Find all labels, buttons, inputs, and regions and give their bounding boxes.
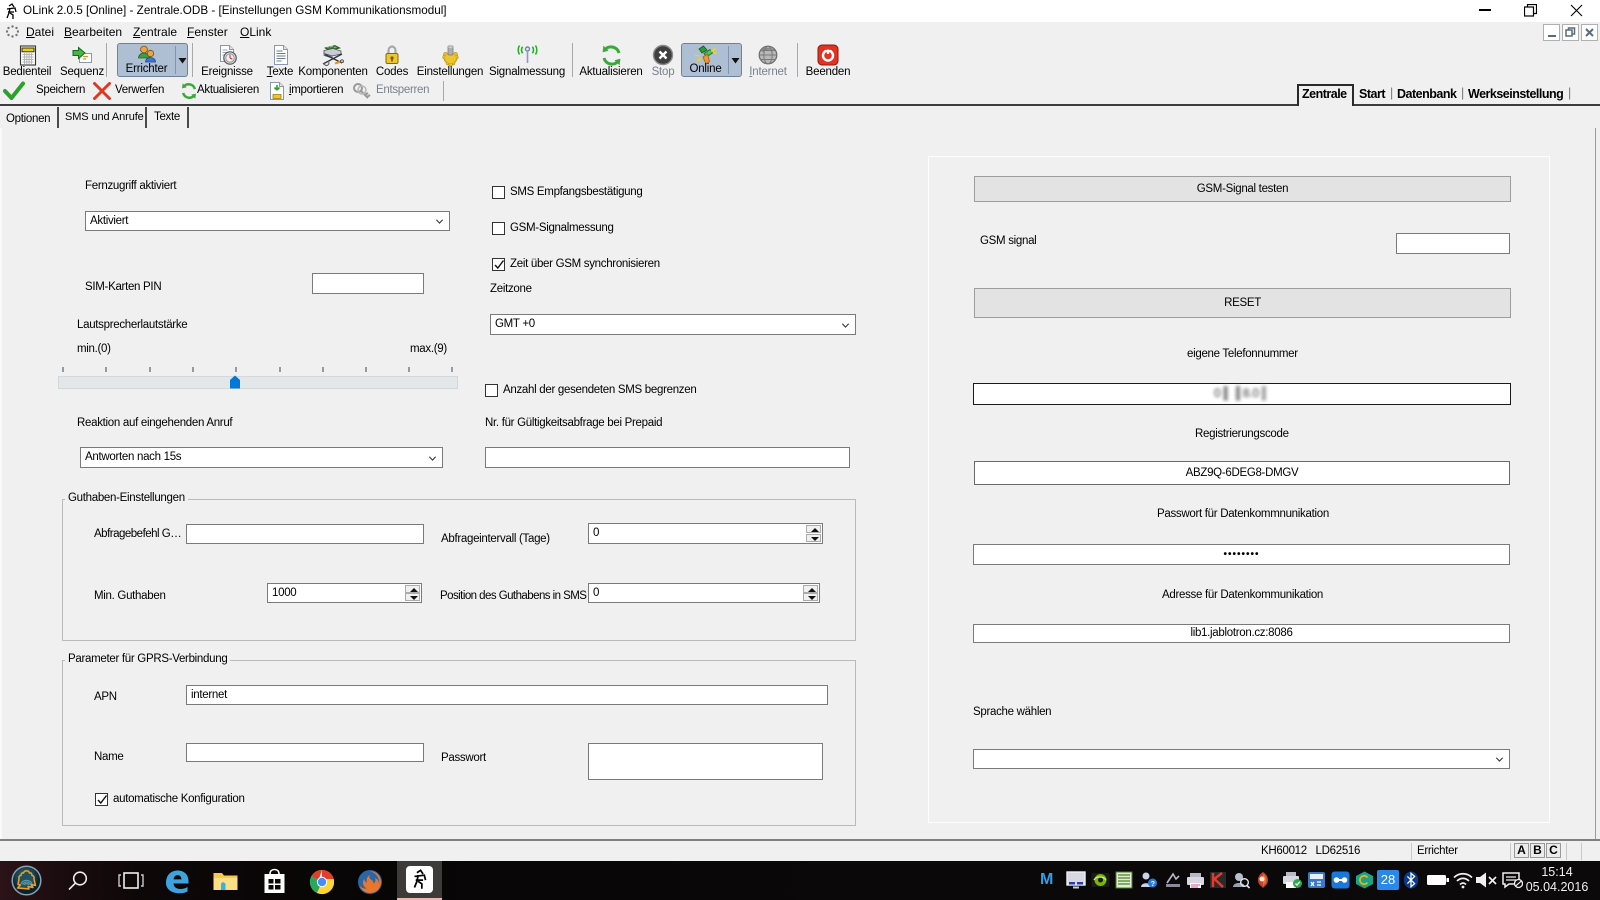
svg-text:?: ?	[1151, 881, 1155, 888]
